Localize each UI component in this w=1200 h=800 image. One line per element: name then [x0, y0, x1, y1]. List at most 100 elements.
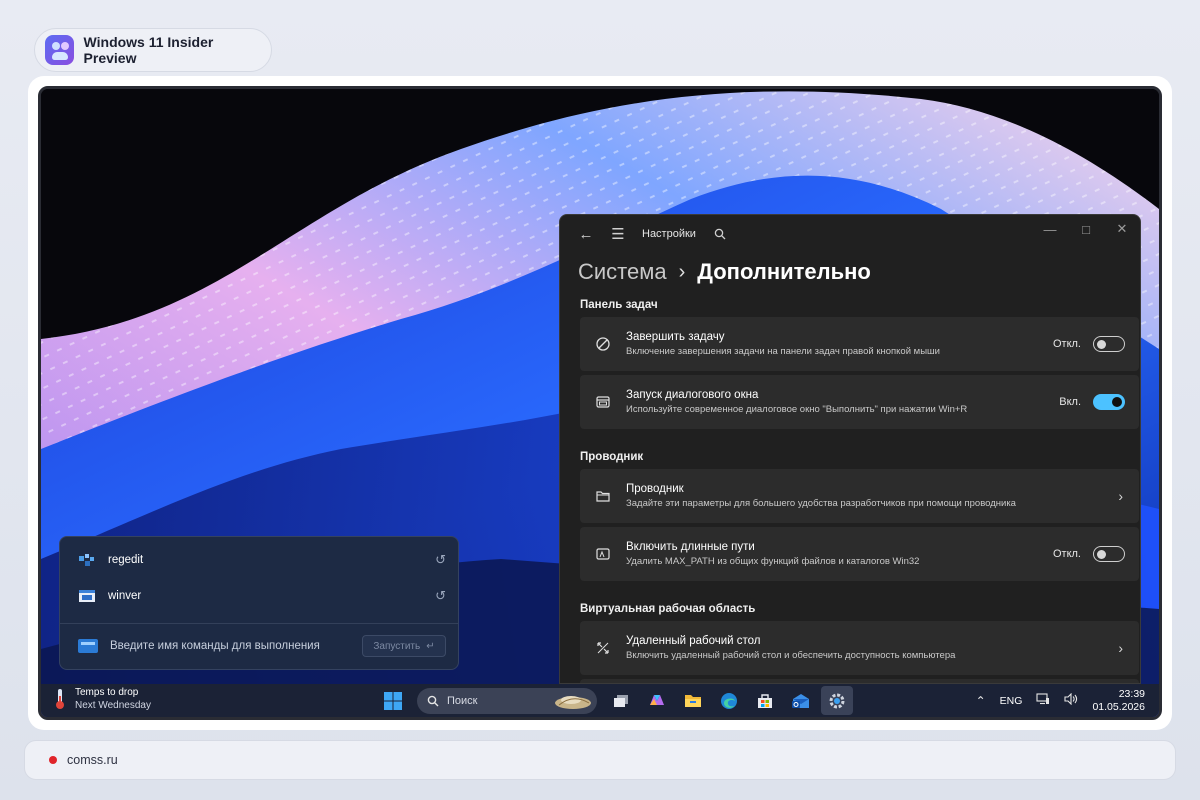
run-input-row: Запустить ↵: [78, 633, 446, 659]
run-command-icon: [78, 639, 98, 653]
maximize-icon[interactable]: □: [1068, 215, 1104, 243]
setting-subtitle: Используйте современное диалоговое окно …: [626, 404, 968, 415]
regedit-icon: [79, 554, 94, 566]
back-arrow-icon[interactable]: ←: [570, 220, 602, 248]
taskbar-search[interactable]: Поиск: [417, 687, 597, 714]
task-view-button[interactable]: [605, 686, 637, 715]
run-history-item[interactable]: regedit ↺: [78, 547, 446, 573]
windows-logo-icon: [384, 691, 402, 710]
run-history-label: winver: [108, 590, 142, 602]
chevron-right-icon[interactable]: ›: [1118, 488, 1123, 504]
clock[interactable]: 23:39 01.05.2026: [1092, 688, 1145, 713]
history-clock-icon[interactable]: ↺: [435, 588, 446, 604]
taskbar: Temps to drop Next Wednesday Поиск ⌃ ENG…: [41, 684, 1159, 717]
long-paths-toggle[interactable]: [1093, 546, 1125, 562]
chevron-up-icon[interactable]: ⌃: [976, 694, 986, 708]
setting-subtitle: Удалить MAX_PATH из общих функций файлов…: [626, 556, 920, 567]
run-dialog[interactable]: regedit ↺ winver ↺ Запустить ↵: [59, 536, 459, 670]
setting-title: Удаленный рабочий стол: [626, 635, 761, 647]
run-button[interactable]: Запустить ↵: [362, 635, 446, 657]
search-icon: [427, 695, 439, 706]
long-path-icon: [580, 546, 626, 562]
settings-window-title: Настройки: [642, 228, 696, 240]
setting-title: Запуск диалогового окна: [626, 389, 759, 401]
run-history-label: regedit: [108, 554, 144, 566]
edge-icon: [721, 692, 737, 709]
close-icon[interactable]: ✕: [1104, 215, 1140, 243]
header-title: Windows 11 Insider Preview: [83, 34, 214, 66]
breadcrumb-parent[interactable]: Система: [578, 259, 667, 285]
breadcrumb-chevron-icon: ›: [678, 260, 686, 283]
setting-run-dialog[interactable]: Запуск диалогового окна Используйте совр…: [580, 375, 1139, 429]
setting-long-paths[interactable]: Включить длинные пути Удалить MAX_PATH и…: [580, 527, 1139, 581]
run-button-label: Запустить: [373, 640, 421, 652]
volume-icon[interactable]: [1064, 692, 1078, 708]
folder-icon: [580, 488, 626, 504]
setting-title: Включить длинные пути: [626, 541, 755, 553]
section-explorer-heading: Проводник: [580, 451, 644, 463]
prohibited-icon: [580, 336, 626, 352]
run-dialog-toggle[interactable]: [1093, 394, 1125, 410]
setting-explorer[interactable]: Проводник Задайте эти параметры для боль…: [580, 469, 1139, 523]
setting-title: Проводник: [626, 483, 684, 495]
minimize-icon[interactable]: —: [1032, 215, 1068, 243]
search-icon[interactable]: [704, 220, 736, 248]
settings-titlebar[interactable]: ← ☰ Настройки — □ ✕: [560, 215, 1140, 253]
footer-pill: comss.ru: [24, 740, 1176, 780]
file-explorer-icon: [685, 695, 701, 707]
setting-subtitle: Включить удаленный рабочий стол и обеспе…: [626, 650, 956, 661]
setting-subtitle: Включение завершения задачи на панели за…: [626, 346, 940, 357]
clock-time: 23:39: [1118, 688, 1145, 700]
run-window-icon: [580, 394, 626, 410]
setting-title: Завершить задачу: [626, 331, 725, 343]
breadcrumb: Система › Дополнительно: [560, 255, 1140, 289]
remote-desktop-icon: [580, 640, 626, 656]
outlook-button[interactable]: [785, 686, 817, 715]
footer-source-label[interactable]: comss.ru: [67, 753, 118, 767]
network-icon[interactable]: [1036, 693, 1050, 708]
edge-button[interactable]: [713, 686, 745, 715]
store-icon: [758, 693, 772, 708]
history-clock-icon[interactable]: ↺: [435, 552, 446, 568]
copilot-icon: [650, 694, 664, 705]
system-tray: ⌃ ENG 23:39 01.05.2026: [976, 686, 1145, 715]
insider-logo-icon: [45, 35, 74, 65]
store-button[interactable]: [749, 686, 781, 715]
run-history-item[interactable]: winver ↺: [78, 583, 446, 609]
record-dot-icon: [49, 756, 57, 764]
toggle-state-label: Откл.: [1052, 548, 1081, 560]
chevron-right-icon[interactable]: ›: [1118, 640, 1123, 656]
language-indicator[interactable]: ENG: [1000, 695, 1023, 707]
weather-subtitle: Next Wednesday: [75, 700, 151, 711]
thermometer-icon: [56, 689, 64, 709]
winver-icon: [79, 590, 95, 602]
task-view-icon: [614, 694, 628, 707]
window-controls: — □ ✕: [1032, 215, 1140, 243]
clock-date: 01.05.2026: [1092, 701, 1145, 713]
start-button[interactable]: [377, 686, 409, 715]
settings-window[interactable]: ← ☰ Настройки — □ ✕ Система › Дополнител…: [559, 214, 1141, 684]
run-command-input[interactable]: [110, 640, 362, 652]
setting-subtitle: Задайте эти параметры для большего удобс…: [626, 498, 1016, 509]
hamburger-menu-icon[interactable]: ☰: [602, 220, 634, 248]
run-divider: [60, 623, 458, 624]
outlook-icon: [792, 693, 809, 708]
page-title: Дополнительно: [697, 259, 871, 284]
taskbar-center: Поиск: [377, 686, 853, 715]
section-taskbar-heading: Панель задач: [580, 299, 658, 311]
toggle-state-label: Откл.: [1052, 338, 1081, 350]
section-virtual-workspace-heading: Виртуальная рабочая область: [580, 603, 756, 615]
weather-widget[interactable]: Temps to drop Next Wednesday: [55, 687, 151, 711]
settings-taskbar-button[interactable]: [821, 686, 853, 715]
toggle-state-label: Вкл.: [1059, 396, 1081, 408]
search-label: Поиск: [447, 694, 478, 707]
setting-end-task[interactable]: Завершить задачу Включение завершения за…: [580, 317, 1139, 371]
setting-remote-desktop[interactable]: Удаленный рабочий стол Включить удаленны…: [580, 621, 1139, 675]
desktop-screen: ← ☰ Настройки — □ ✕ Система › Дополнител…: [38, 86, 1162, 720]
weather-title: Temps to drop: [75, 687, 139, 698]
header-pill: Windows 11 Insider Preview: [34, 28, 272, 72]
search-highlight-image: [555, 695, 591, 709]
end-task-toggle[interactable]: [1093, 336, 1125, 352]
copilot-button[interactable]: [641, 686, 673, 715]
file-explorer-button[interactable]: [677, 686, 709, 715]
